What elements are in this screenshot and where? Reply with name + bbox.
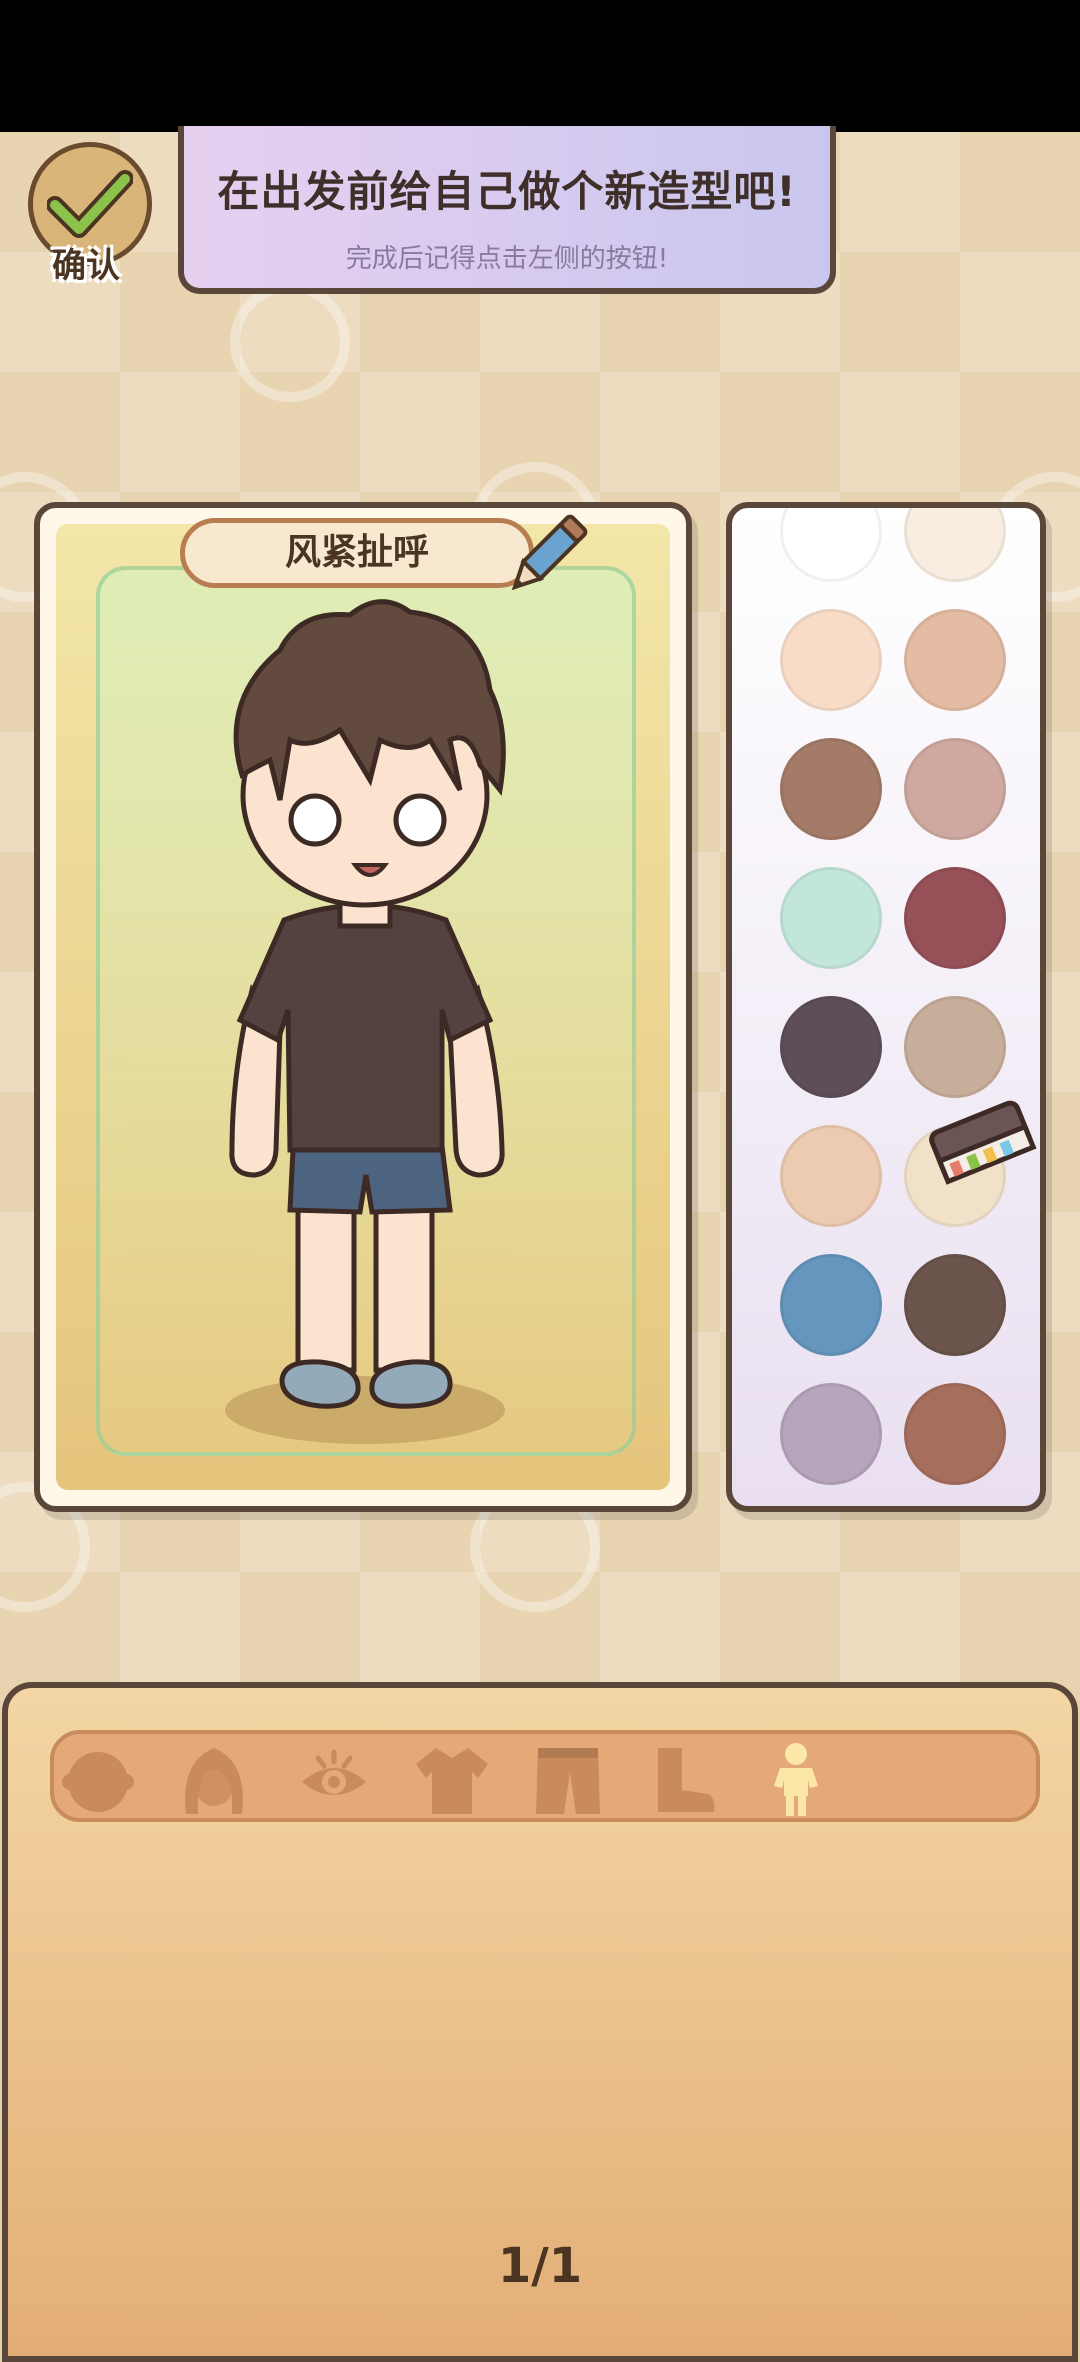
color-swatch[interactable] [904,867,1006,969]
body-figure-icon [774,1743,818,1816]
face-icon [62,1752,134,1812]
shoe-icon [658,1748,715,1812]
sun-decoration [230,282,350,402]
page-indicator: 1/1 [497,2238,583,2294]
confirm-label[interactable]: 确认 [52,238,120,287]
pants-icon [536,1748,600,1814]
hair-icon [185,1748,243,1814]
color-swatch[interactable] [780,609,882,711]
checkmark-icon [47,170,133,238]
color-swatch[interactable] [780,1383,882,1485]
wardrobe-panel: 1/1 [2,1682,1078,2362]
tab-hair[interactable] [174,1740,254,1820]
hint-banner: 在出发前给自己做个新造型吧! 完成后记得点击左侧的按钮! [178,126,836,294]
banner-title: 在出发前给自己做个新造型吧! [217,167,797,216]
tab-body[interactable] [756,1740,836,1820]
color-swatch[interactable] [780,508,882,582]
color-swatch[interactable] [780,1125,882,1227]
tab-shoes[interactable] [642,1740,722,1820]
tab-top[interactable] [412,1740,492,1820]
color-swatch[interactable] [780,996,882,1098]
category-tab-bar [50,1730,1040,1822]
eraser-icon[interactable] [922,1088,1042,1198]
banner-subtitle: 完成后记得点击左侧的按钮! [345,244,669,274]
color-swatch[interactable] [904,508,1006,582]
character-name: 风紧扯呼 [284,532,429,573]
color-palette-panel[interactable] [726,502,1046,1512]
status-bar [0,0,1080,132]
color-swatch[interactable] [780,738,882,840]
tab-bottom[interactable] [528,1740,608,1820]
character-name-plate[interactable]: 风紧扯呼 [180,518,534,588]
eye-icon [302,1749,366,1795]
tab-eyes[interactable] [294,1740,374,1820]
color-swatch[interactable] [904,738,1006,840]
color-swatch[interactable] [780,1254,882,1356]
color-swatch[interactable] [904,1383,1006,1485]
color-swatch[interactable] [904,609,1006,711]
shirt-icon [416,1748,488,1814]
color-swatch[interactable] [904,996,1006,1098]
color-swatch[interactable] [904,1254,1006,1356]
tab-face[interactable] [58,1740,138,1820]
color-swatch[interactable] [780,867,882,969]
character-avatar [225,599,506,1444]
